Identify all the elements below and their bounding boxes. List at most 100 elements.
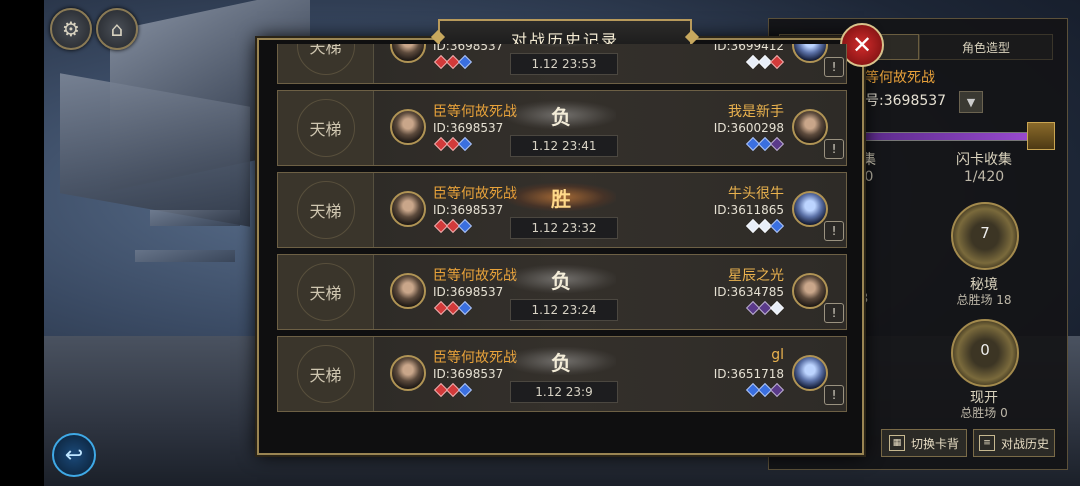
level-progress-bar (865, 132, 1035, 141)
opponent-avatar[interactable] (792, 355, 828, 391)
opponent-avatar[interactable] (792, 44, 828, 63)
deck-color-purple-icon (769, 382, 785, 398)
opponent-avatar[interactable] (792, 191, 828, 227)
player-deck-colors (433, 300, 473, 316)
opponent-id: ID:3651718 (713, 367, 784, 381)
battle-history-label: 对战历史 (1000, 436, 1049, 451)
profile-id: 号:3698537 (865, 93, 947, 109)
report-icon: ! (831, 60, 837, 74)
match-result: 负 (506, 265, 616, 293)
chevron-down-icon: ▼ (966, 95, 976, 109)
player-avatar[interactable] (390, 191, 426, 227)
match-time: 1.12 23:32 (510, 217, 618, 239)
match-result: 负 (506, 44, 616, 47)
player-name: 臣等何故死战 (433, 186, 517, 202)
report-button[interactable]: ! (824, 139, 844, 159)
match-history-list[interactable]: 天梯臣等何故死战ID:3698537负1.12 23:53ID:3699412!… (277, 44, 847, 430)
card-icon: ▦ (888, 435, 905, 451)
deck-color-blue-icon (457, 218, 473, 234)
report-icon: ! (831, 142, 837, 156)
report-icon: ! (831, 388, 837, 402)
player-name: 臣等何故死战 (433, 350, 517, 366)
back-arrow-icon: ↩ (64, 442, 84, 468)
opponent-avatar[interactable] (792, 273, 828, 309)
player-avatar[interactable] (390, 355, 426, 391)
switch-card-back-button[interactable]: ▦ 切换卡背 (881, 429, 967, 457)
match-mode: 天梯 (278, 91, 374, 165)
battle-history-button[interactable]: ≡ 对战历史 (973, 429, 1055, 457)
match-mode: 天梯 (278, 173, 374, 247)
player-id: ID:3698537 (433, 367, 504, 381)
close-icon: ✕ (851, 31, 873, 59)
mode-open-wins: 总胜场 0 (960, 406, 1008, 420)
player-deck-colors (433, 136, 473, 152)
match-time: 1.12 23:24 (510, 299, 618, 321)
match-row[interactable]: 天梯臣等何故死战ID:3698537负1.12 23:53ID:3699412! (277, 44, 847, 84)
opponent-deck-colors (745, 218, 785, 234)
mode-secret-realm-wins: 总胜场 18 (956, 293, 1012, 307)
tab-character-skin[interactable]: 角色造型 (919, 34, 1053, 60)
home-button[interactable]: ⌂ (96, 8, 138, 50)
mode-secret-realm-number: 7 (980, 224, 990, 242)
switch-card-back-label: 切换卡背 (910, 436, 959, 451)
deck-color-blue-icon (457, 300, 473, 316)
match-time: 1.12 23:9 (510, 381, 618, 403)
match-time: 1.12 23:53 (510, 53, 618, 75)
settings-button[interactable]: ⚙ (50, 8, 92, 50)
opponent-deck-colors (745, 54, 785, 70)
match-time: 1.12 23:41 (510, 135, 618, 157)
opponent-deck-colors (745, 382, 785, 398)
mode-open-emblem[interactable]: 0 (951, 319, 1019, 387)
screen-edge (0, 0, 44, 486)
player-id: ID:3698537 (433, 285, 504, 299)
report-icon: ! (831, 306, 837, 320)
report-button[interactable]: ! (824, 221, 844, 241)
stat-flash-card-value: 1/420 (963, 169, 1005, 185)
player-deck-colors (433, 382, 473, 398)
mode-secret-realm-emblem[interactable]: 7 (951, 202, 1019, 270)
copy-id-button[interactable]: ▼ (959, 91, 983, 113)
match-result: 负 (506, 347, 616, 375)
gear-icon: ⚙ (62, 17, 80, 41)
deck-color-blue-icon (457, 382, 473, 398)
opponent-deck-colors (745, 136, 785, 152)
chest-icon[interactable] (1027, 122, 1055, 150)
player-name: 臣等何故死战 (433, 104, 517, 120)
match-row[interactable]: 天梯 臣等何故死战 ID:3698537 负 1.12 23:41 我是新手 ID:3600… (277, 90, 847, 166)
list-icon: ≡ (978, 435, 995, 451)
match-row[interactable]: 天梯 臣等何故死战 ID:3698537 负 1.12 23:9 gl ID:3651718… (277, 336, 847, 412)
match-mode: 天梯 (278, 337, 374, 411)
report-button[interactable]: ! (824, 57, 844, 77)
deck-color-blue-icon (457, 136, 473, 152)
castle-icon: ⌂ (110, 17, 124, 41)
opponent-deck-colors (745, 300, 785, 316)
match-row[interactable]: 天梯 臣等何故死战 ID:3698537 负 1.12 23:24 星辰之光 ID:3634… (277, 254, 847, 330)
mode-open-number: 0 (980, 341, 990, 359)
report-button[interactable]: ! (824, 385, 844, 405)
report-icon: ! (831, 224, 837, 238)
opponent-id: ID:3600298 (713, 121, 784, 135)
player-id: ID:3698537 (433, 121, 504, 135)
deck-color-white-icon (769, 300, 785, 316)
player-avatar[interactable] (390, 109, 426, 145)
deck-color-purple-icon (769, 136, 785, 152)
opponent-name: 我是新手 (728, 104, 784, 120)
player-id: ID:3698537 (433, 203, 504, 217)
stat-flash-card-label: 闪卡收集 (956, 152, 1012, 168)
deck-color-blue-icon (769, 218, 785, 234)
opponent-avatar[interactable] (792, 109, 828, 145)
report-button[interactable]: ! (824, 303, 844, 323)
match-result: 胜 (506, 183, 616, 211)
player-avatar[interactable] (390, 44, 426, 63)
opponent-id: ID:3634785 (713, 285, 784, 299)
opponent-name: gl (771, 347, 784, 363)
opponent-id: ID:3611865 (713, 203, 784, 217)
back-button[interactable]: ↩ (52, 433, 96, 477)
match-result: 负 (506, 101, 616, 129)
player-avatar[interactable] (390, 273, 426, 309)
match-row[interactable]: 天梯 臣等何故死战 ID:3698537 胜 1.12 23:32 牛头很牛 ID:3611… (277, 172, 847, 248)
deck-color-blue-icon (457, 54, 473, 70)
player-deck-colors (433, 218, 473, 234)
player-name: 臣等何故死战 (433, 268, 517, 284)
player-deck-colors (433, 54, 473, 70)
